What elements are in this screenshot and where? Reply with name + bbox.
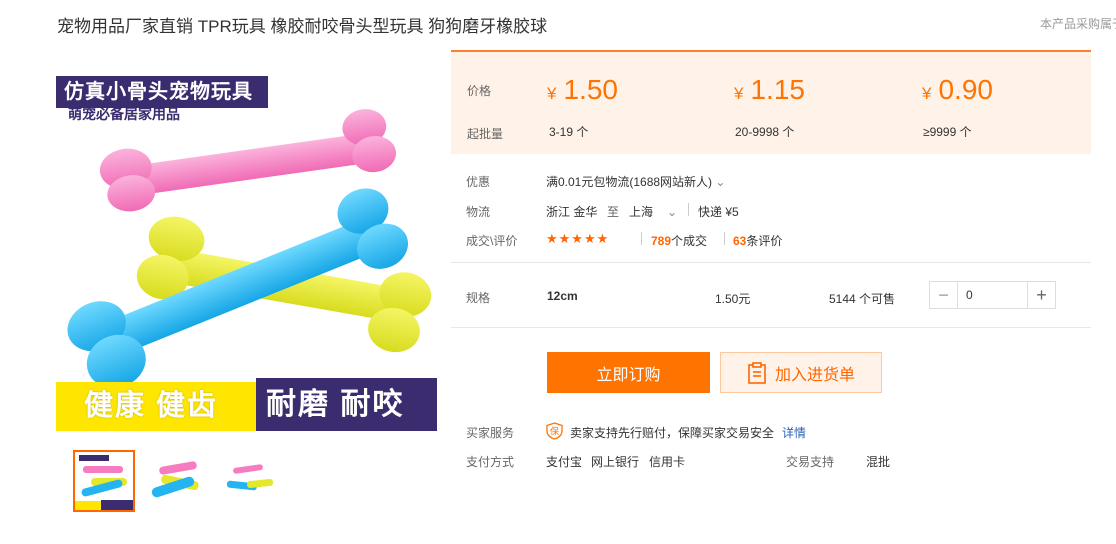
plus-icon: + <box>1036 284 1047 305</box>
price-tier-1: ¥1.50 <box>547 74 618 106</box>
thumbnail-2-image <box>151 461 199 498</box>
deals-label: 成交\评价 <box>466 234 518 248</box>
trade-support-label: 交易支持 <box>786 455 835 469</box>
divider-line <box>451 327 1091 328</box>
payment-method: 信用卡 <box>649 455 686 469</box>
product-title: 宠物用品厂家直销 TPR玩具 橡胶耐咬骨头型玩具 狗狗磨牙橡胶球 <box>57 17 548 36</box>
promo-dropdown[interactable]: 满0.01元包物流(1688网站新人) ⌄ <box>546 173 725 190</box>
currency-symbol: ¥ <box>734 84 744 103</box>
decrease-button[interactable]: − <box>930 282 958 308</box>
currency-symbol: ¥ <box>547 84 557 103</box>
add-to-cart-button[interactable]: 加入进货单 <box>720 352 882 393</box>
reviews-word: 条评价 <box>746 234 783 248</box>
thumbnail-3-image <box>226 464 274 491</box>
service-row: 买家服务 保 卖家支持先行赔付，保障买家交易安全 详情 <box>466 422 1066 443</box>
trade-support-value: 混批 <box>866 455 891 469</box>
payment-row: 支付方式 支付宝 网上银行 信用卡 交易支持 混批 <box>466 453 1066 469</box>
guarantee-badge-text: 保 <box>550 426 559 438</box>
price-table: 价格 起批量 ¥1.50 ¥1.15 ¥0.90 3-19 个 20-9998 … <box>451 50 1091 154</box>
price-tier-2: ¥1.15 <box>734 74 805 106</box>
divider <box>641 232 642 245</box>
price-tier-2-value: 1.15 <box>750 74 805 105</box>
qty-tier-2: 20-9998 个 <box>735 125 795 139</box>
thumbnail-1-image <box>75 452 133 510</box>
destination-select[interactable]: 上海 ⌄ <box>629 203 677 220</box>
bottom-right-text: 耐磨 耐咬 <box>266 388 405 421</box>
moq-label: 起批量 <box>467 127 504 141</box>
payment-method: 支付宝 <box>546 455 583 469</box>
deals-word: 个成交 <box>671 234 708 248</box>
spec-name: 12cm <box>547 289 578 303</box>
price-tier-1-value: 1.50 <box>563 74 618 105</box>
qty-tier-1: 3-19 个 <box>549 125 589 139</box>
service-text: 卖家支持先行赔付，保障买家交易安全 <box>570 426 775 440</box>
image-banner-sub: 萌宠必备居家用品 <box>68 106 180 122</box>
reviews-count-link[interactable]: 63条评价 <box>733 232 782 249</box>
service-label: 买家服务 <box>466 426 515 440</box>
destination-text: 上海 <box>629 205 654 219</box>
promo-text: 满0.01元包物流(1688网站新人) <box>546 175 713 189</box>
logistics-from: 浙江 金华 <box>546 205 598 219</box>
add-to-cart-label: 加入进货单 <box>774 366 855 384</box>
price-tier-3-value: 0.90 <box>938 74 993 105</box>
thumbnail-2[interactable] <box>145 450 207 512</box>
buy-now-button[interactable]: 立即订购 <box>547 352 710 393</box>
purchase-notice: 本产品采购属于 <box>1040 17 1116 31</box>
image-bottom-left: 健康 健齿 <box>56 382 256 431</box>
price-label: 价格 <box>467 84 492 98</box>
divider-line <box>451 262 1091 263</box>
logistics-to-word: 至 <box>607 205 620 219</box>
thumbnail-3[interactable] <box>217 450 279 512</box>
deals-count-link[interactable]: 789个成交 <box>651 232 707 249</box>
price-panel: 价格 起批量 ¥1.50 ¥1.15 ¥0.90 3-19 个 20-9998 … <box>451 50 1091 154</box>
currency-symbol: ¥ <box>922 84 932 103</box>
guarantee-shield-icon: 保 <box>546 422 563 443</box>
spec-price: 1.50元 <box>715 292 751 306</box>
divider <box>724 232 725 245</box>
quantity-input[interactable] <box>958 282 1027 308</box>
main-product-image[interactable]: 仿真小骨头宠物玩具 萌宠必备居家用品 健康 健齿 耐磨 耐咬 <box>56 62 437 431</box>
chevron-down-icon: ⌄ <box>715 175 726 189</box>
thumbnail-strip <box>73 450 279 512</box>
spec-stock: 5144 个可售 <box>829 292 896 306</box>
quantity-stepper: − + <box>929 281 1056 309</box>
payment-method: 网上银行 <box>591 455 640 469</box>
image-bottom-right: 耐磨 耐咬 <box>256 378 437 431</box>
express-fee: 快递 ¥5 <box>698 205 739 219</box>
increase-button[interactable]: + <box>1027 282 1055 308</box>
spec-label: 规格 <box>466 291 491 305</box>
deals-count: 789 <box>651 234 672 248</box>
price-tier-3: ¥0.90 <box>922 74 993 106</box>
divider <box>688 203 689 216</box>
chevron-down-icon: ⌄ <box>667 205 678 219</box>
service-detail-link[interactable]: 详情 <box>782 424 806 441</box>
logistics-label: 物流 <box>466 205 491 219</box>
rating-stars: ★★★★★ <box>546 231 610 246</box>
promo-label: 优惠 <box>466 175 491 189</box>
qty-tier-3: ≥9999 个 <box>923 125 972 139</box>
thumbnail-1[interactable] <box>73 450 135 512</box>
reviews-count: 63 <box>733 234 747 248</box>
payment-label: 支付方式 <box>466 455 515 469</box>
bottom-left-text: 健康 健齿 <box>84 390 219 422</box>
minus-icon: − <box>938 284 949 305</box>
clipboard-icon <box>748 361 766 384</box>
